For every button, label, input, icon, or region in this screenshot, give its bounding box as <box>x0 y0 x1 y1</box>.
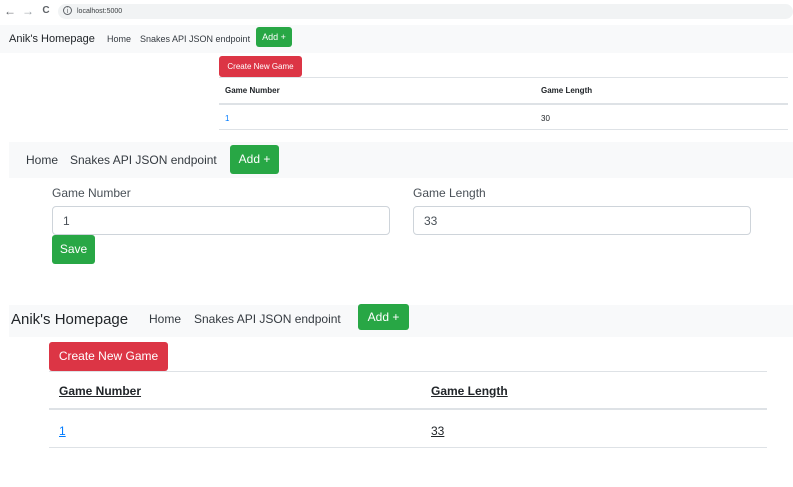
nav-link-home[interactable]: Home <box>107 33 131 45</box>
navbar-large: Anik's Homepage Home Snakes API JSON end… <box>9 304 793 337</box>
header-game-length[interactable]: Game Length <box>431 383 508 399</box>
table-row-border <box>219 129 788 130</box>
table-header-border <box>219 103 788 105</box>
navbar-brand[interactable]: Anik's Homepage <box>11 310 128 330</box>
address-bar[interactable]: i localhost:5000 <box>58 4 793 19</box>
back-arrow-icon[interactable]: ← <box>3 3 17 19</box>
save-button[interactable]: Save <box>52 235 95 264</box>
cell-game-length: 30 <box>541 114 550 123</box>
forward-arrow-icon[interactable]: → <box>21 3 35 19</box>
navbar-small: Anik's Homepage Home Snakes API JSON end… <box>0 25 793 53</box>
game-length-input[interactable] <box>413 206 751 235</box>
table-top-border <box>219 77 788 78</box>
nav-link-home[interactable]: Home <box>26 152 58 168</box>
header-game-number: Game Number <box>225 86 280 95</box>
game-length-label: Game Length <box>413 186 486 200</box>
cell-game-number-link[interactable]: 1 <box>225 113 229 125</box>
game-number-input[interactable] <box>52 206 390 235</box>
cell-game-number-link[interactable]: 1 <box>59 423 66 439</box>
url-text[interactable]: localhost:5000 <box>77 6 122 17</box>
cell-game-length-link[interactable]: 33 <box>431 423 444 439</box>
create-new-game-button[interactable]: Create New Game <box>219 56 302 77</box>
info-icon[interactable]: i <box>63 6 72 15</box>
table-header-border <box>49 408 767 410</box>
create-new-game-button[interactable]: Create New Game <box>49 342 168 371</box>
navbar-form: Home Snakes API JSON endpoint Add + <box>9 142 793 178</box>
reload-icon[interactable]: C <box>39 3 53 19</box>
browser-toolbar: ← → C i localhost:5000 <box>0 0 793 22</box>
table-row-border <box>49 447 767 448</box>
nav-link-snakes-api[interactable]: Snakes API JSON endpoint <box>194 311 341 327</box>
game-number-label: Game Number <box>52 186 131 200</box>
navbar-brand[interactable]: Anik's Homepage <box>9 32 95 46</box>
add-button[interactable]: Add + <box>230 145 279 174</box>
header-game-length: Game Length <box>541 86 593 95</box>
header-game-number[interactable]: Game Number <box>59 383 141 399</box>
nav-link-snakes-api[interactable]: Snakes API JSON endpoint <box>70 152 217 168</box>
table-top-border <box>49 371 767 372</box>
add-button[interactable]: Add + <box>358 304 409 330</box>
add-button[interactable]: Add + <box>256 27 292 47</box>
nav-link-home[interactable]: Home <box>149 311 181 327</box>
nav-link-snakes-api[interactable]: Snakes API JSON endpoint <box>140 33 250 45</box>
